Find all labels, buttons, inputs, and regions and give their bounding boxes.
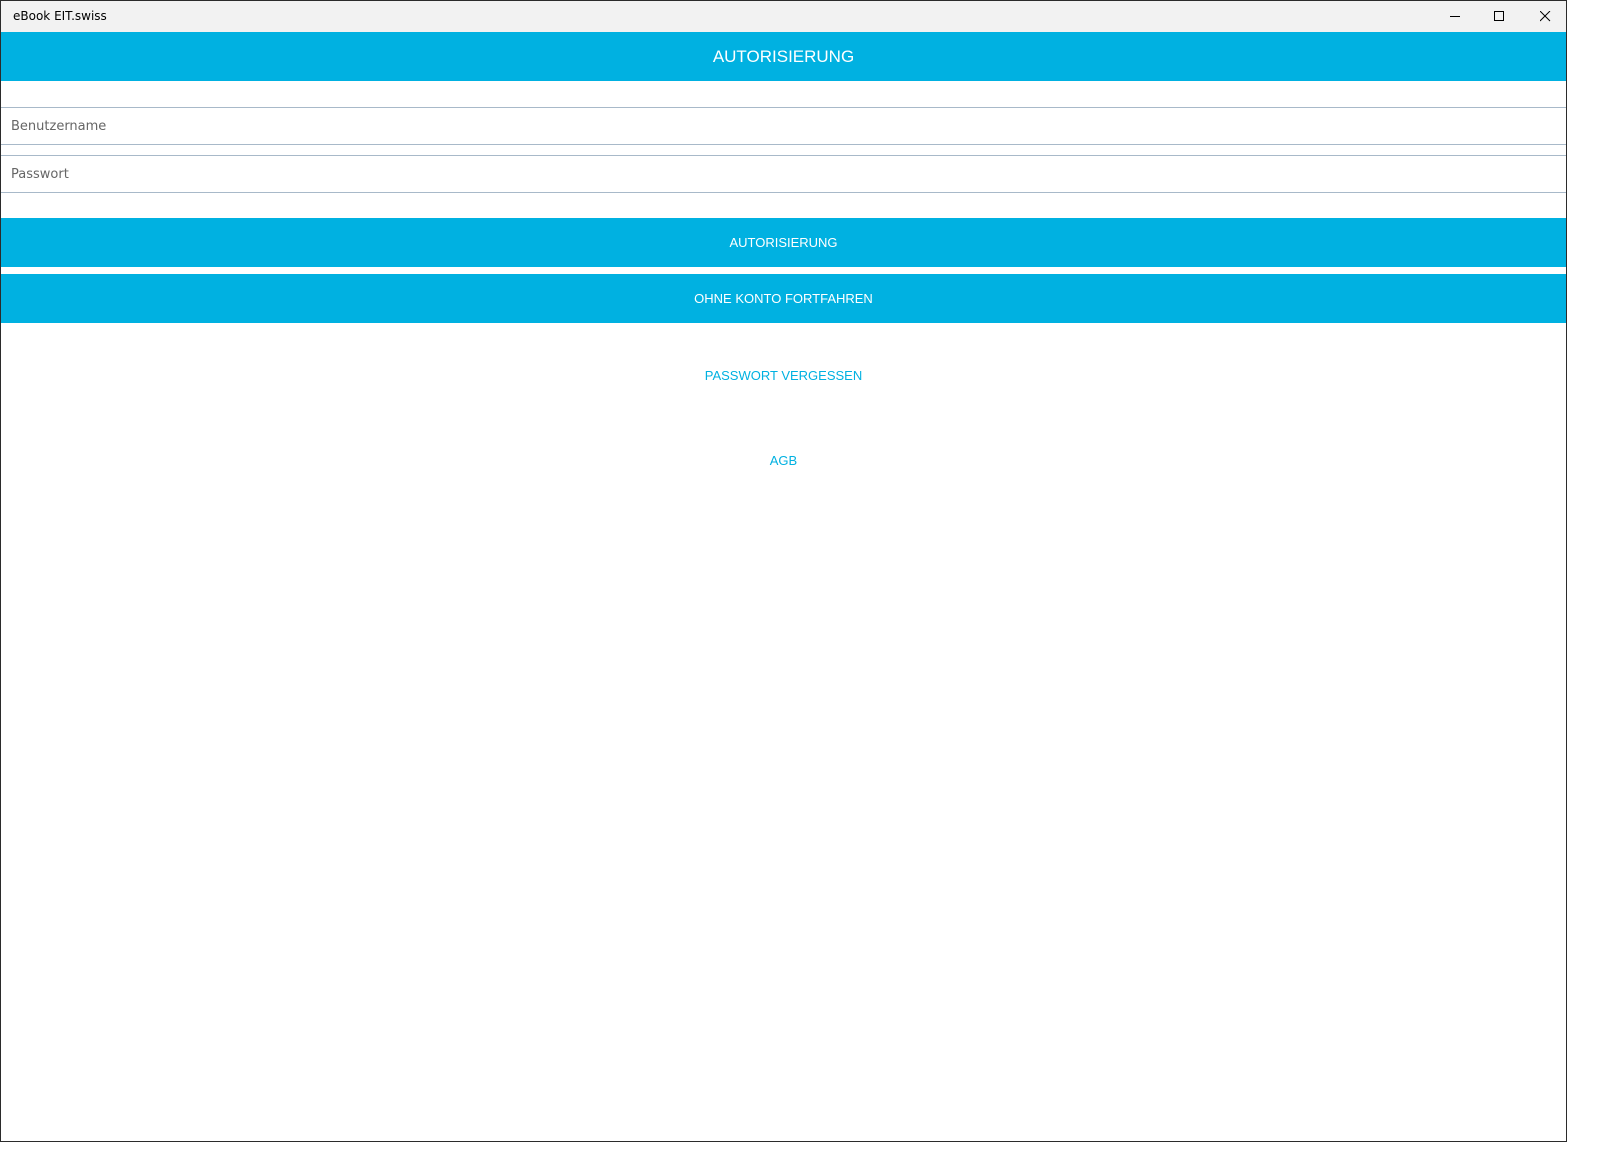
window-title: eBook EIT.swiss	[13, 9, 107, 23]
terms-link[interactable]: AGB	[770, 453, 797, 468]
authorize-button[interactable]: AUTORISIERUNG	[1, 218, 1566, 267]
terms-row: AGB	[1, 453, 1566, 468]
username-input[interactable]	[1, 108, 1566, 144]
authorize-button-label: AUTORISIERUNG	[729, 235, 838, 250]
app-header: AUTORISIERUNG	[1, 32, 1566, 81]
close-icon	[1539, 11, 1550, 22]
maximize-icon	[1493, 11, 1504, 21]
close-button[interactable]	[1522, 1, 1566, 32]
continue-without-account-label: OHNE KONTO FORTFAHREN	[694, 291, 873, 306]
password-input[interactable]	[1, 156, 1566, 192]
maximize-button[interactable]	[1476, 1, 1522, 32]
title-bar[interactable]: eBook EIT.swiss	[1, 1, 1566, 32]
minimize-button[interactable]	[1432, 1, 1478, 32]
password-field-container	[1, 155, 1566, 193]
forgot-password-link[interactable]: PASSWORT VERGESSEN	[705, 368, 863, 383]
app-window: eBook EIT.swiss AUTORISIERUNG AUTORISIER…	[0, 0, 1567, 1142]
username-field-container	[1, 107, 1566, 145]
forgot-password-row: PASSWORT VERGESSEN	[1, 368, 1566, 383]
minimize-icon	[1449, 16, 1460, 17]
page-title: AUTORISIERUNG	[712, 46, 855, 66]
continue-without-account-button[interactable]: OHNE KONTO FORTFAHREN	[1, 274, 1566, 323]
